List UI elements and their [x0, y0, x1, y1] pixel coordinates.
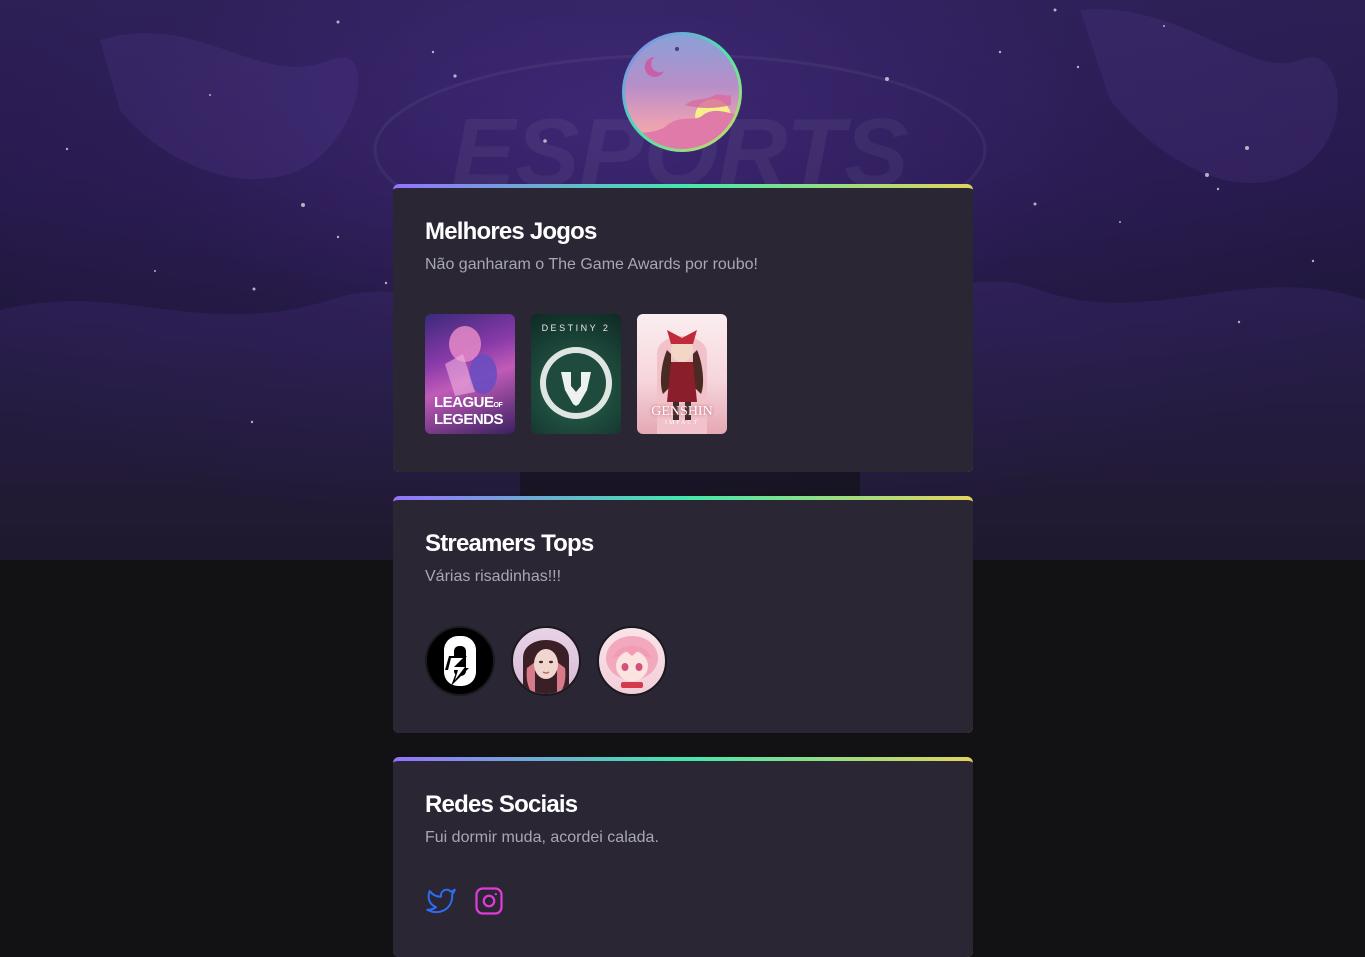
game-league-of-legends[interactable]: LEAGUEOF LEGENDS — [425, 314, 515, 434]
streamers-list — [425, 626, 941, 696]
genshin-logo-subtext: IMPACT — [664, 420, 700, 426]
streamers-subtitle: Várias risadinhas!!! — [425, 568, 562, 585]
streamer-avatar-1[interactable] — [425, 626, 495, 696]
streamer-portrait-icon — [523, 640, 569, 694]
instagram-link[interactable] — [473, 885, 505, 917]
game-destiny-2[interactable]: DESTINY 2 — [531, 314, 621, 434]
games-subtitle: Não ganharam o The Game Awards por roubo… — [425, 256, 758, 273]
socials-list — [425, 885, 941, 917]
socials-subtitle: Fui dormir muda, acordei calada. — [425, 829, 659, 846]
streamer-anime-icon — [606, 636, 658, 688]
instagram-icon — [475, 887, 503, 915]
streamer-avatar-2[interactable] — [511, 626, 581, 696]
game-genshin-impact[interactable]: GENSHIN IMPACT — [637, 314, 727, 434]
lol-logo-line2: LEGENDS — [434, 411, 504, 428]
socials-card: Redes Sociais Fui dormir muda, acordei c… — [393, 757, 973, 957]
twitter-icon — [426, 888, 456, 914]
games-title: Melhores Jogos — [425, 218, 597, 245]
twitter-link[interactable] — [425, 885, 457, 917]
night-sky-avatar-icon — [625, 35, 739, 149]
profile-avatar[interactable] — [622, 32, 742, 152]
streamer-logo-icon — [444, 636, 476, 686]
streamers-card: Streamers Tops Várias risadinhas!!! — [393, 496, 973, 733]
lol-logo-of: OF — [493, 402, 503, 409]
games-list: LEAGUEOF LEGENDS DESTINY 2 GENSHIN IMPAC… — [425, 314, 941, 434]
lol-logo-line1: LEAGUE — [434, 394, 494, 411]
games-card: Melhores Jogos Não ganharam o The Game A… — [393, 184, 973, 472]
socials-title: Redes Sociais — [425, 791, 578, 818]
streamers-title: Streamers Tops — [425, 530, 594, 557]
destiny-emblem-icon — [540, 347, 612, 419]
streamer-avatar-3[interactable] — [597, 626, 667, 696]
genshin-logo-text: GENSHIN — [651, 404, 713, 419]
